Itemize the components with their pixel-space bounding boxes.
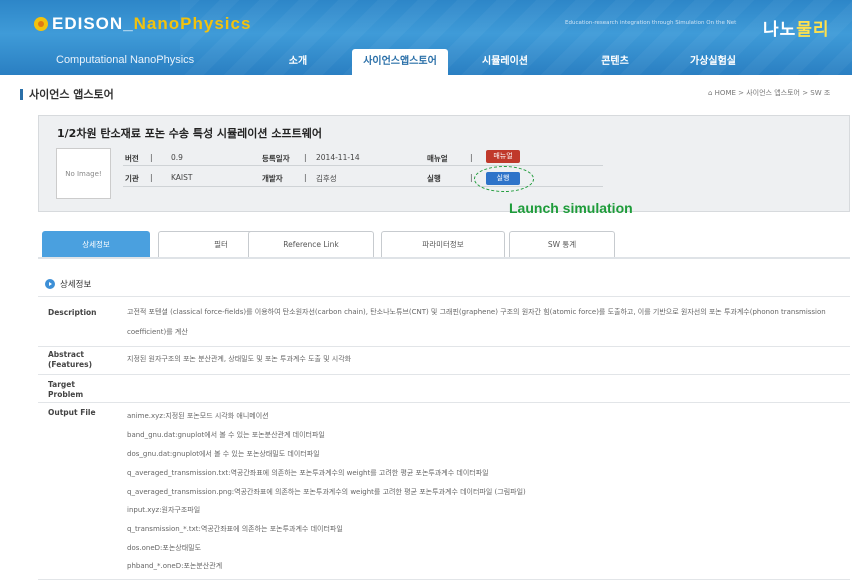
software-title: 1/2차원 탄소재료 포논 수송 특성 시뮬레이션 소프트웨어 bbox=[57, 127, 322, 140]
output-file-item: dos.oneD:포논상태밀도 bbox=[127, 544, 202, 552]
version-value: 0.9 bbox=[171, 153, 183, 162]
page-title-bar: 사이언스 앱스토어 bbox=[20, 86, 114, 102]
tabs-underline bbox=[38, 257, 850, 259]
logo-flower-icon bbox=[34, 17, 48, 31]
output-file-item: band_gnu.dat:gnuplot에서 볼 수 있는 포논분산관계 데이터… bbox=[127, 431, 325, 439]
sep: | bbox=[470, 153, 473, 162]
header-tagline: Education-research integration through S… bbox=[565, 20, 737, 26]
description-label: Description bbox=[48, 308, 97, 317]
output-file-item: q_averaged_transmission.png:역공간좌표에 의존하는 … bbox=[127, 488, 526, 496]
section-header: 상세정보 bbox=[45, 278, 91, 290]
home-icon: ⌂ bbox=[708, 89, 715, 97]
nav-item-science-appstore[interactable]: 사이언스앱스토어 bbox=[352, 49, 448, 75]
row-divider bbox=[38, 296, 850, 297]
sep: | bbox=[150, 173, 153, 182]
title-marker bbox=[20, 88, 23, 100]
highlight-circle bbox=[474, 166, 534, 192]
output-file-item: anime.xyz:지정된 포논모드 시각화 애니메이션 bbox=[127, 412, 269, 420]
nav-item-about[interactable]: 소개 bbox=[268, 49, 328, 75]
main-nav: 소개 사이언스앱스토어 시뮬레이션 콘텐츠 가상실험실 bbox=[0, 49, 852, 75]
section-title: 상세정보 bbox=[60, 280, 92, 290]
nav-item-contents[interactable]: 콘텐츠 bbox=[585, 49, 645, 75]
sep: | bbox=[304, 173, 307, 182]
sep: | bbox=[150, 153, 153, 162]
site-header: EDISON_NanoPhysics Computational NanoPhy… bbox=[0, 0, 852, 75]
breadcrumb[interactable]: ⌂ HOME > 사이언스 앱스토어 > SW 조 bbox=[708, 88, 830, 98]
sep: | bbox=[470, 173, 473, 182]
org-value: KAIST bbox=[171, 173, 193, 182]
tab-sw-stats[interactable]: SW 통계 bbox=[509, 231, 615, 257]
detail-table: Description 고전적 포텐셜 (classical force-fie… bbox=[38, 296, 850, 580]
info-divider bbox=[123, 165, 603, 166]
abstract-label: Abstract (Features) bbox=[48, 350, 92, 369]
tab-reference-link[interactable]: Reference Link bbox=[248, 231, 374, 257]
software-info-box: 1/2차원 탄소재료 포논 수송 특성 시뮬레이션 소프트웨어 No Image… bbox=[38, 115, 850, 212]
launch-simulation-annotation: Launch simulation bbox=[509, 200, 633, 216]
tab-details[interactable]: 상세정보 bbox=[42, 231, 150, 257]
row-divider bbox=[38, 346, 850, 347]
tab-parameters[interactable]: 파라미터정보 bbox=[381, 231, 505, 257]
info-divider bbox=[123, 186, 603, 187]
brand-logo-korean[interactable]: 나노물리 bbox=[763, 15, 830, 40]
run-label: 실행 bbox=[427, 174, 441, 183]
output-file-item: dos_gnu.dat:gnuplot에서 볼 수 있는 포논상태밀도 데이터파… bbox=[127, 450, 320, 458]
registered-value: 2014-11-14 bbox=[316, 153, 360, 162]
org-label: 기관 bbox=[125, 174, 139, 183]
version-label: 버전 bbox=[125, 154, 139, 163]
output-label: Output File bbox=[48, 408, 96, 417]
play-circle-icon bbox=[45, 279, 55, 289]
page-title: 사이언스 앱스토어 bbox=[29, 88, 114, 101]
site-logo[interactable]: EDISON_NanoPhysics bbox=[34, 14, 251, 34]
output-file-item: q_averaged_transmission.txt:역공간좌표에 의존하는 … bbox=[127, 469, 489, 477]
registered-label: 등록일자 bbox=[262, 154, 290, 163]
manual-label: 매뉴얼 bbox=[427, 154, 448, 163]
row-divider bbox=[38, 402, 850, 403]
sep: | bbox=[304, 153, 307, 162]
description-value: 고전적 포텐셜 (classical force-fields)를 이용하여 탄… bbox=[127, 308, 826, 336]
nav-item-virtual-lab[interactable]: 가상실험실 bbox=[678, 49, 748, 75]
output-file-item: phband_*.oneD:포논분산관계 bbox=[127, 562, 223, 570]
software-thumbnail: No Image! bbox=[56, 148, 111, 199]
developer-label: 개발자 bbox=[262, 174, 283, 183]
logo-text: EDISON_NanoPhysics bbox=[52, 14, 252, 33]
output-file-item: input.xyz:원자구조파일 bbox=[127, 506, 201, 514]
nav-item-simulation[interactable]: 시뮬레이션 bbox=[470, 49, 540, 75]
developer-value: 김후성 bbox=[316, 174, 337, 183]
row-divider bbox=[38, 579, 850, 580]
row-divider bbox=[38, 374, 850, 375]
manual-button[interactable]: 매뉴얼 bbox=[486, 150, 520, 163]
target-label: Target Problem bbox=[48, 380, 84, 399]
output-file-item: q_transmission_*.txt:역공간좌표에 의존하는 포논투과계수 … bbox=[127, 525, 343, 533]
abstract-value: 지정된 원자구조의 포논 분산관계, 상태밀도 및 포논 투과계수 도출 및 시… bbox=[127, 355, 352, 363]
